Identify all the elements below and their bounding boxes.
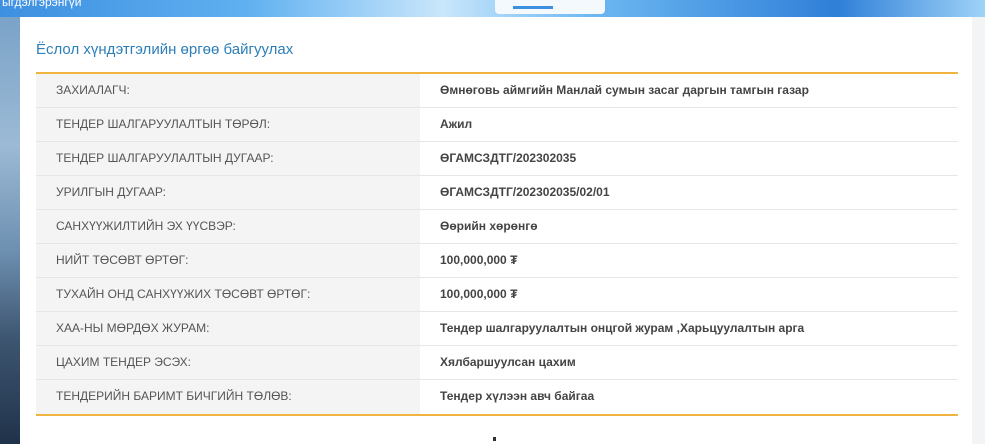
banner-breadcrumb[interactable]: ыгдэлгэрэнгүй: [2, 0, 81, 9]
banner-illustration: [495, 0, 605, 14]
table-row: УРИЛГЫН ДУГААР: ӨГАМСЗДТГ/202302035/02/0…: [36, 176, 958, 210]
row-label: САНХҮҮЖИЛТИЙН ЭХ ҮҮСВЭР:: [36, 210, 420, 243]
row-label: ТУХАЙН ОНД САНХҮҮЖИХ ТӨСӨВТ ӨРТӨГ:: [36, 278, 420, 311]
table-row: ТЕНДЕР ШАЛГАРУУЛАЛТЫН ТӨРӨЛ: Ажил: [36, 108, 958, 142]
row-value: 100,000,000 ₮: [420, 244, 958, 277]
table-row: САНХҮҮЖИЛТИЙН ЭХ ҮҮСВЭР: Өөрийн хөрөнгө: [36, 210, 958, 244]
row-label: ТЕНДЕР ШАЛГАРУУЛАЛТЫН ТӨРӨЛ:: [36, 108, 420, 141]
row-value: Ажил: [420, 108, 958, 141]
partial-glyph: [493, 437, 496, 441]
row-value: Хялбаршуулсан цахим: [420, 346, 958, 379]
row-value: 100,000,000 ₮: [420, 278, 958, 311]
row-value: Тендер шалгаруулалтын онцгой журам ,Харь…: [420, 312, 958, 345]
row-label: УРИЛГЫН ДУГААР:: [36, 176, 420, 209]
table-row: ТЕНДЕР ШАЛГАРУУЛАЛТЫН ДУГААР: ӨГАМСЗДТГ/…: [36, 142, 958, 176]
row-label: ХАА-НЫ МӨРДӨХ ЖУРАМ:: [36, 312, 420, 345]
row-value: Өөрийн хөрөнгө: [420, 210, 958, 243]
row-label: ТЕНДЕРИЙН БАРИМТ БИЧГИЙН ТӨЛӨВ:: [36, 380, 420, 414]
section-title: Ёслол хүндэтгэлийн өргөө байгуулах: [36, 41, 294, 58]
scroll-gutter: [972, 17, 985, 444]
tender-detail-panel: Ёслол хүндэтгэлийн өргөө байгуулах ЗАХИА…: [20, 17, 972, 444]
row-label: ЦАХИМ ТЕНДЕР ЭСЭХ:: [36, 346, 420, 379]
row-value: Тендер хүлээн авч байгаа: [420, 380, 958, 414]
table-row: ЦАХИМ ТЕНДЕР ЭСЭХ: Хялбаршуулсан цахим: [36, 346, 958, 380]
row-label: НИЙТ ТӨСӨВТ ӨРТӨГ:: [36, 244, 420, 277]
tender-info-table: ЗАХИАЛАГЧ: Өмнөговь аймгийн Манлай сумын…: [36, 72, 958, 416]
table-row: ТУХАЙН ОНД САНХҮҮЖИХ ТӨСӨВТ ӨРТӨГ: 100,0…: [36, 278, 958, 312]
row-value: ӨГАМСЗДТГ/202302035/02/01: [420, 176, 958, 209]
table-row: НИЙТ ТӨСӨВТ ӨРТӨГ: 100,000,000 ₮: [36, 244, 958, 278]
row-value: Өмнөговь аймгийн Манлай сумын засаг дарг…: [420, 74, 958, 107]
row-label: ЗАХИАЛАГЧ:: [36, 74, 420, 107]
table-row: ХАА-НЫ МӨРДӨХ ЖУРАМ: Тендер шалгаруулалт…: [36, 312, 958, 346]
side-photo: [0, 17, 20, 444]
row-value: ӨГАМСЗДТГ/202302035: [420, 142, 958, 175]
table-row: ЗАХИАЛАГЧ: Өмнөговь аймгийн Манлай сумын…: [36, 74, 958, 108]
row-label: ТЕНДЕР ШАЛГАРУУЛАЛТЫН ДУГААР:: [36, 142, 420, 175]
table-row: ТЕНДЕРИЙН БАРИМТ БИЧГИЙН ТӨЛӨВ: Тендер х…: [36, 380, 958, 414]
header-banner: ыгдэлгэрэнгүй: [0, 0, 985, 17]
